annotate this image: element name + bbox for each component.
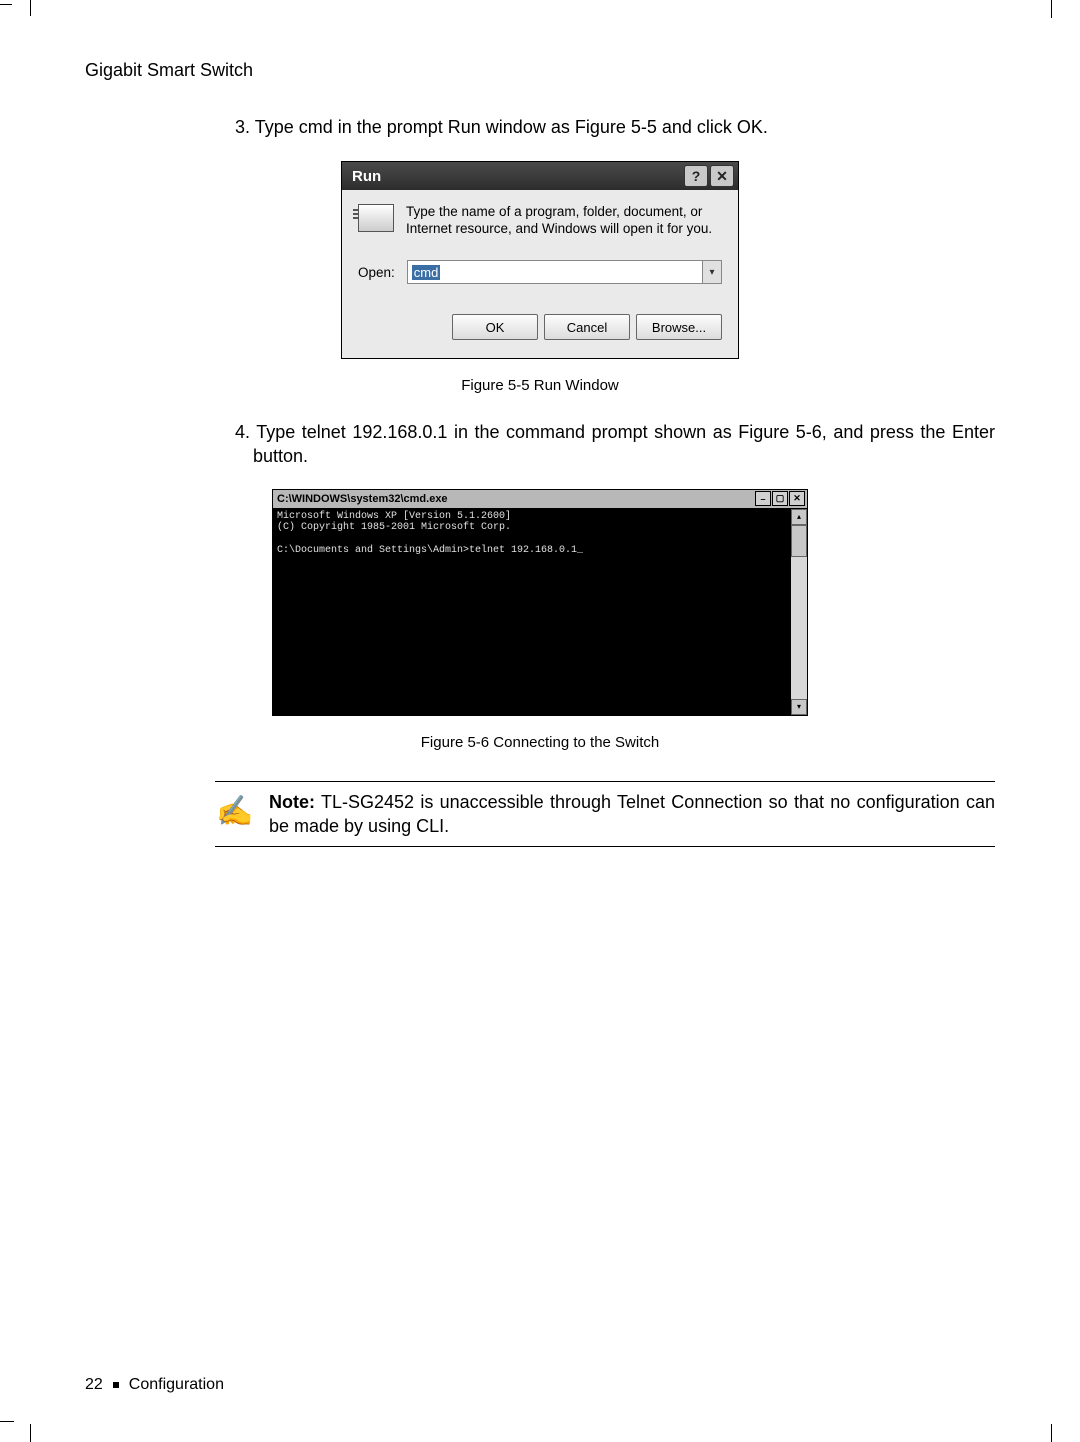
scroll-up-button[interactable]: ▴ [791,509,807,525]
cmd-title: C:\WINDOWS\system32\cmd.exe [277,493,448,505]
chevron-down-icon[interactable]: ▾ [702,261,721,283]
page-header: Gigabit Smart Switch [85,60,995,81]
scroll-down-button[interactable]: ▾ [791,699,807,715]
figure-5-6-caption: Figure 5-6 Connecting to the Switch [85,734,995,751]
close-button[interactable]: ✕ [710,165,734,187]
run-title: Run [352,168,381,185]
run-description: Type the name of a program, folder, docu… [406,204,722,238]
close-button[interactable]: ✕ [789,491,805,506]
figure-5-5-caption: Figure 5-5 Run Window [85,377,995,394]
note-icon: ✍ [215,792,255,832]
scroll-thumb[interactable] [791,525,807,557]
footer-bullet-icon [113,1382,119,1388]
step-3-text: 3. Type cmd in the prompt Run window as … [235,115,995,139]
step-4-text: 4. Type telnet 192.168.0.1 in the comman… [235,420,995,469]
footer-section: Configuration [129,1376,224,1394]
open-input[interactable]: cmd [408,261,702,283]
cmd-output: Microsoft Windows XP [Version 5.1.2600] … [273,509,790,715]
run-dialog: Run ? ✕ Type the name of a program, fold… [341,161,739,359]
maximize-button[interactable]: ▢ [772,491,788,506]
cmd-window: C:\WINDOWS\system32\cmd.exe – ▢ ✕ Micros… [272,489,808,716]
minimize-button[interactable]: – [755,491,771,506]
page-number: 22 [85,1376,103,1394]
cancel-button[interactable]: Cancel [544,314,630,340]
open-combobox[interactable]: cmd ▾ [407,260,722,284]
note-box: ✍ Note: TL-SG2452 is unaccessible throug… [215,781,995,848]
help-button[interactable]: ? [684,165,708,187]
note-text: Note: TL-SG2452 is unaccessible through … [269,790,995,839]
browse-button[interactable]: Browse... [636,314,722,340]
run-icon [358,204,394,232]
open-label: Open: [358,265,395,280]
run-titlebar: Run ? ✕ [342,162,738,190]
scrollbar[interactable]: ▴ ▾ [790,509,807,715]
page-footer: 22 Configuration [85,1376,224,1394]
ok-button[interactable]: OK [452,314,538,340]
cmd-titlebar: C:\WINDOWS\system32\cmd.exe – ▢ ✕ [273,490,807,509]
